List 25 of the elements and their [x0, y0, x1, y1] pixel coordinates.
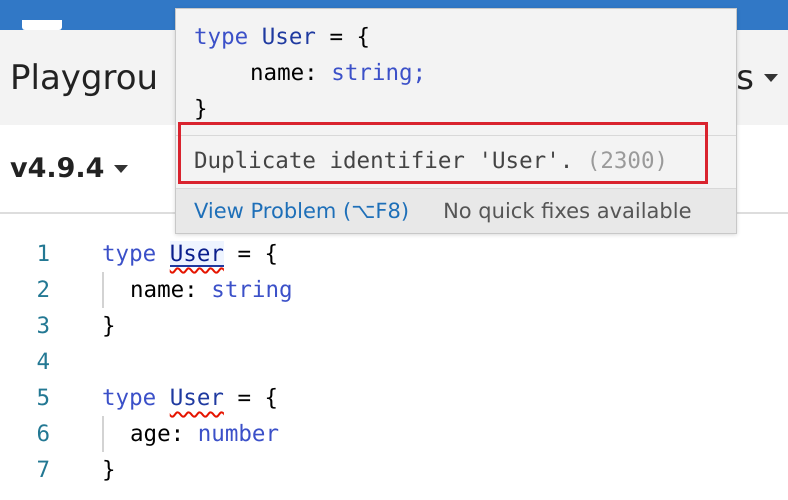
code-line: name: string — [130, 276, 293, 305]
line-number: 6 — [35, 421, 51, 447]
caret-icon — [114, 164, 128, 172]
version-dropdown[interactable]: v4.9.4 — [10, 153, 128, 184]
quick-fix-status: No quick fixes available — [443, 199, 692, 223]
code-line: type User = { — [194, 23, 370, 52]
code-line: } — [102, 312, 116, 341]
line-number: 2 — [35, 277, 51, 303]
code-line: age: number — [130, 420, 280, 449]
error-code: (2300) — [586, 148, 668, 174]
error-message: Duplicate identifier 'User'. — [194, 148, 574, 174]
line-number: 4 — [35, 349, 51, 375]
page-title: Playgrou — [10, 58, 158, 98]
menu-dropdown[interactable]: s — [736, 58, 778, 98]
code-line: } — [102, 456, 116, 485]
line-number: 3 — [35, 313, 51, 339]
code-line: type User = { — [102, 384, 278, 413]
line-number: 7 — [35, 457, 51, 483]
line-number: 1 — [35, 241, 51, 267]
code-line: type User = { — [102, 240, 278, 269]
view-problem-link[interactable]: View Problem (⌥F8) — [194, 199, 410, 223]
caret-icon — [764, 74, 778, 82]
code-line: name: string; — [250, 59, 426, 88]
line-number: 5 — [35, 385, 51, 411]
code-line: } — [194, 95, 208, 124]
